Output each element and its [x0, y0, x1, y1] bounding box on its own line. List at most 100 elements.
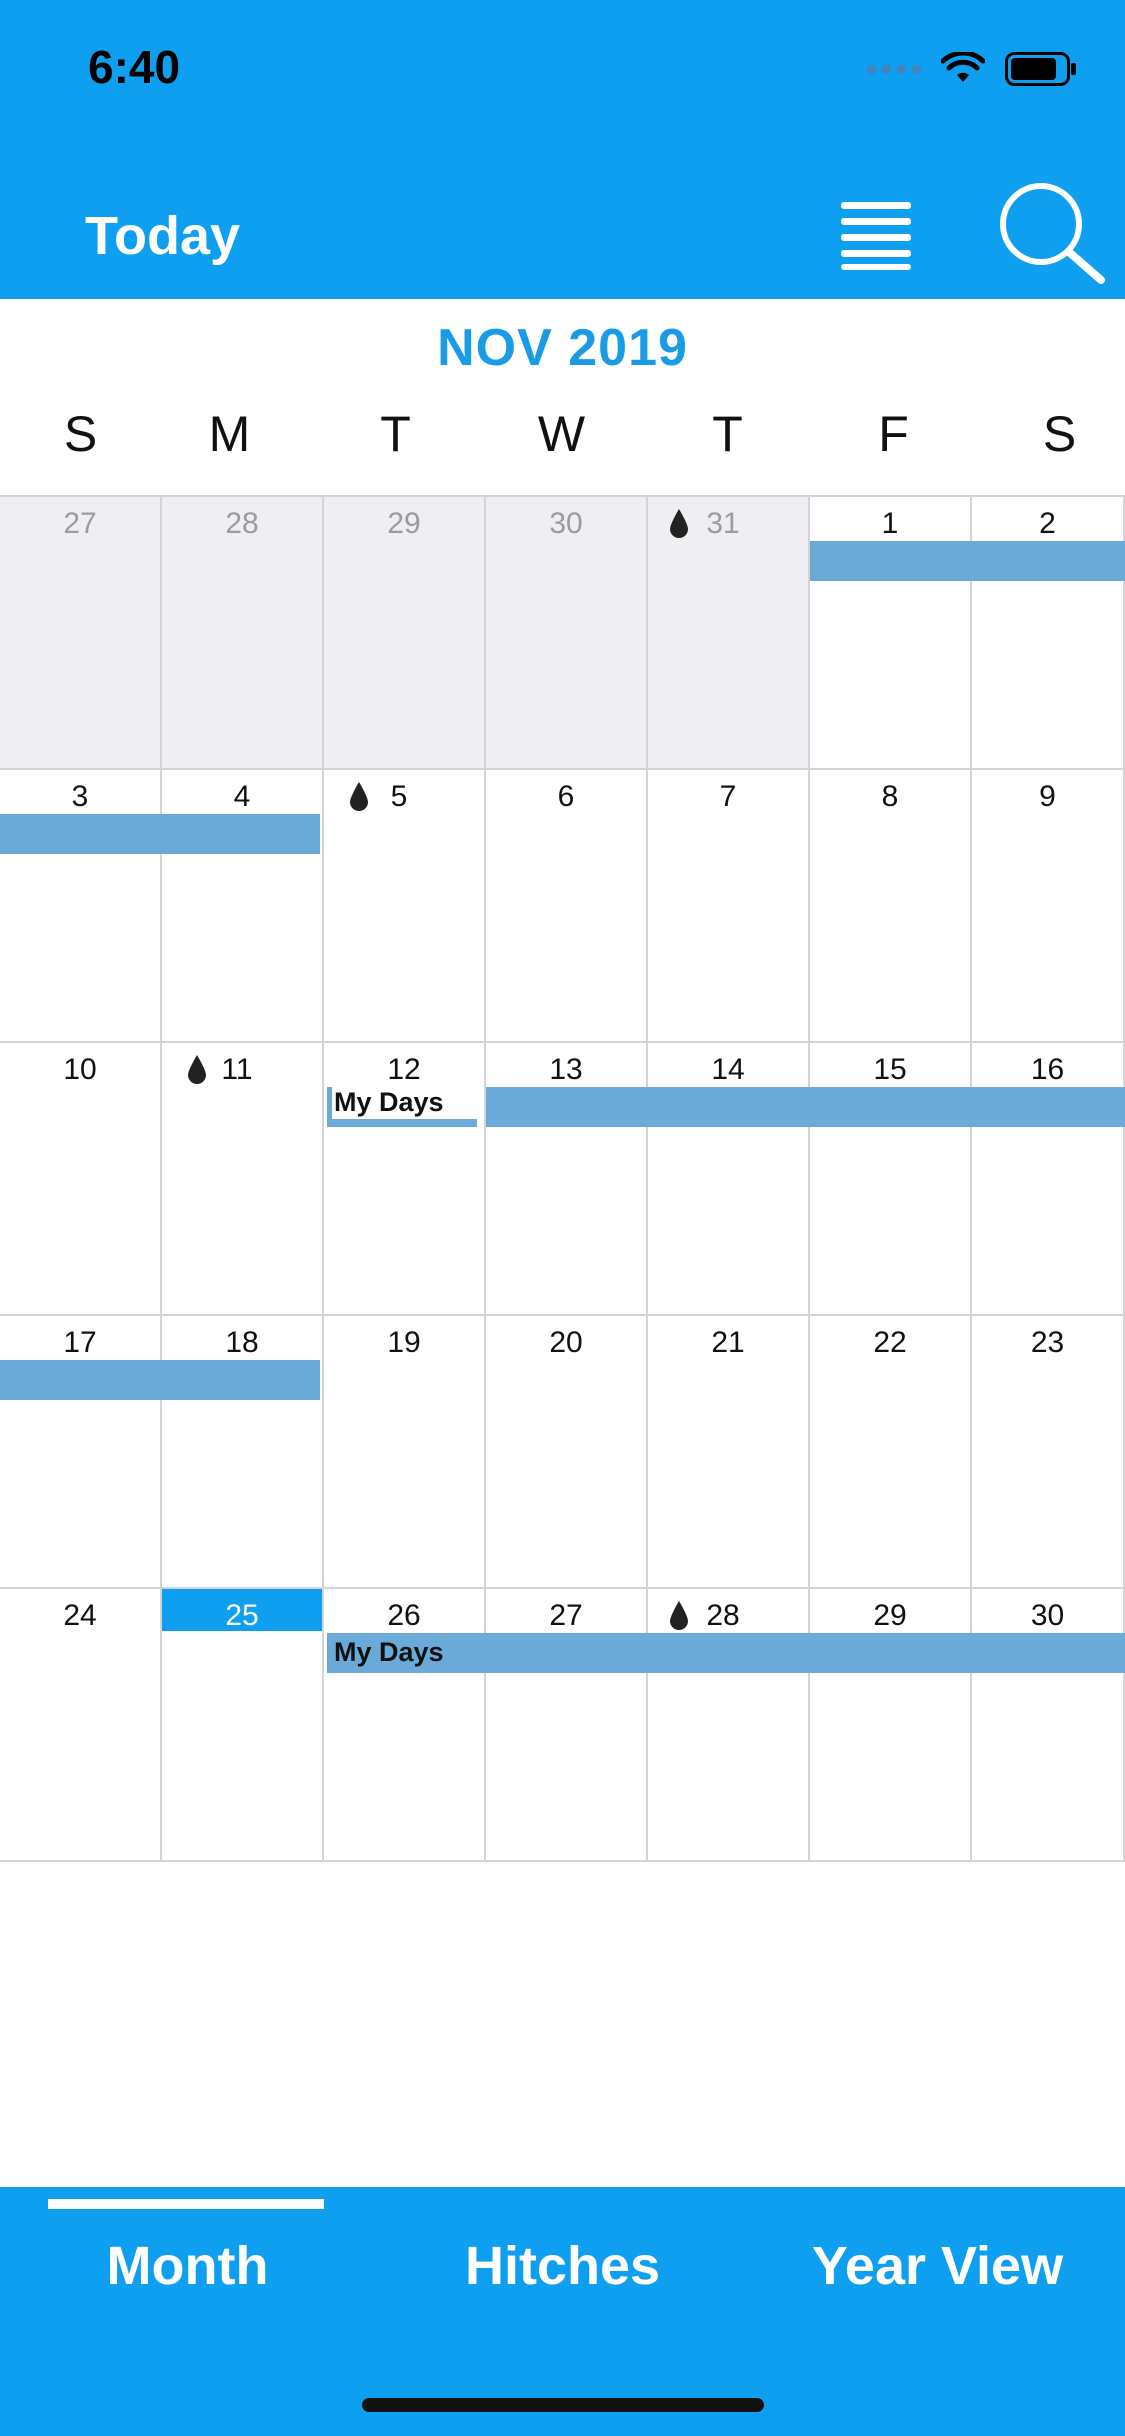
- event-bar[interactable]: [0, 1360, 320, 1400]
- day-cell[interactable]: 29: [324, 497, 486, 770]
- day-cell[interactable]: 5: [324, 770, 486, 1043]
- day-number: 29: [873, 1599, 907, 1632]
- cellular-signal-icon: [867, 64, 921, 74]
- weekday-sat: S: [1042, 406, 1077, 462]
- day-cell[interactable]: 1: [810, 497, 972, 770]
- day-cell[interactable]: 14: [648, 1043, 810, 1316]
- day-number: 22: [873, 1326, 907, 1359]
- day-cell[interactable]: 26: [324, 1589, 486, 1862]
- day-cell[interactable]: 22: [810, 1316, 972, 1589]
- today-button[interactable]: Today: [85, 205, 240, 267]
- day-number: 6: [557, 780, 575, 813]
- day-cell[interactable]: 27: [0, 497, 162, 770]
- day-cell-today[interactable]: 25: [162, 1589, 324, 1862]
- day-cell[interactable]: 8: [810, 770, 972, 1043]
- day-cell[interactable]: 30: [486, 497, 648, 770]
- day-number: 8: [881, 780, 899, 813]
- event-bar[interactable]: [327, 1119, 477, 1127]
- event-bar[interactable]: [0, 814, 320, 854]
- day-cell[interactable]: 28: [648, 1589, 810, 1862]
- search-icon[interactable]: [995, 180, 1107, 284]
- day-number: 27: [549, 1599, 583, 1632]
- weekday-tue: T: [380, 406, 411, 462]
- status-indicators: [867, 46, 1077, 92]
- day-number: 11: [221, 1053, 253, 1086]
- day-number: 30: [1030, 1599, 1065, 1632]
- event-bar[interactable]: [810, 541, 1125, 581]
- day-number: 4: [233, 780, 251, 813]
- day-number: 31: [706, 507, 740, 540]
- day-cell[interactable]: 28: [162, 497, 324, 770]
- day-number: 12: [387, 1053, 421, 1086]
- weekday-wed: W: [537, 406, 586, 462]
- day-number: 30: [549, 507, 583, 540]
- day-cell[interactable]: 2: [972, 497, 1125, 770]
- day-cell[interactable]: 29: [810, 1589, 972, 1862]
- event-bar[interactable]: [486, 1087, 1125, 1127]
- day-cell[interactable]: 6: [486, 770, 648, 1043]
- day-number: 15: [873, 1053, 907, 1086]
- day-number: 9: [1039, 780, 1056, 813]
- day-cell[interactable]: 17: [0, 1316, 162, 1589]
- day-number: 23: [1030, 1326, 1065, 1359]
- day-cell[interactable]: 20: [486, 1316, 648, 1589]
- day-number: 19: [387, 1326, 421, 1359]
- event-label[interactable]: My Days: [334, 1087, 444, 1118]
- day-number: 21: [711, 1326, 745, 1359]
- day-cell[interactable]: 30: [972, 1589, 1125, 1862]
- day-cell[interactable]: 31: [648, 497, 810, 770]
- day-number: 7: [719, 780, 737, 813]
- day-cell[interactable]: 15: [810, 1043, 972, 1316]
- tab-hitches[interactable]: Hitches: [375, 2235, 750, 2297]
- day-number: 27: [63, 507, 97, 540]
- day-cell[interactable]: 16: [972, 1043, 1125, 1316]
- day-cell[interactable]: 13: [486, 1043, 648, 1316]
- weekday-mon: M: [208, 406, 251, 462]
- day-number: 18: [225, 1326, 259, 1359]
- day-cell[interactable]: 19: [324, 1316, 486, 1589]
- day-number: 25: [225, 1599, 259, 1632]
- day-number: 10: [63, 1053, 97, 1086]
- weekday-thu: T: [712, 406, 743, 462]
- day-cell[interactable]: 27: [486, 1589, 648, 1862]
- day-number: 14: [711, 1053, 745, 1086]
- month-title[interactable]: NOV 2019: [0, 318, 1125, 378]
- day-number: 5: [390, 780, 408, 813]
- day-number: 2: [1039, 507, 1056, 540]
- day-cell[interactable]: 24: [0, 1589, 162, 1862]
- day-number: 24: [63, 1599, 97, 1632]
- day-number: 16: [1030, 1053, 1065, 1086]
- month-calendar-grid: 27 28 29 30 31 1 2 3 4 5 6 7 8 9 10 11 1…: [0, 495, 1125, 1862]
- day-cell[interactable]: 12 My Days: [324, 1043, 486, 1316]
- list-menu-icon[interactable]: [835, 198, 915, 270]
- drop-icon: [670, 509, 688, 538]
- event-label[interactable]: My Days: [334, 1637, 444, 1668]
- day-number: 26: [387, 1599, 421, 1632]
- day-cell[interactable]: 7: [648, 770, 810, 1043]
- day-number: 20: [549, 1326, 583, 1359]
- day-number: 28: [706, 1599, 740, 1632]
- wifi-icon: [941, 52, 985, 82]
- day-cell[interactable]: 3: [0, 770, 162, 1043]
- bottom-tab-bar: Month Hitches Year View: [0, 2187, 1125, 2436]
- day-cell[interactable]: 23: [972, 1316, 1125, 1589]
- weekday-sun: S: [63, 406, 98, 462]
- day-number: 3: [71, 780, 89, 813]
- top-header: 6:40 Today: [0, 0, 1125, 299]
- battery-icon: [1005, 52, 1076, 86]
- day-cell[interactable]: 4: [162, 770, 324, 1043]
- day-cell[interactable]: 11: [162, 1043, 324, 1316]
- day-cell[interactable]: 18: [162, 1316, 324, 1589]
- tab-month[interactable]: Month: [0, 2235, 375, 2297]
- day-cell[interactable]: 10: [0, 1043, 162, 1316]
- day-number: 17: [63, 1326, 97, 1359]
- selected-tab-indicator: [48, 2199, 324, 2209]
- day-cell[interactable]: 9: [972, 770, 1125, 1043]
- event-bar[interactable]: [327, 1633, 1125, 1673]
- tab-year-view[interactable]: Year View: [750, 2235, 1125, 2297]
- drop-icon: [670, 1601, 688, 1630]
- weekday-header-row: S M T W T F S: [0, 405, 1125, 475]
- day-number: 1: [881, 507, 899, 540]
- day-number: 13: [549, 1053, 583, 1086]
- day-cell[interactable]: 21: [648, 1316, 810, 1589]
